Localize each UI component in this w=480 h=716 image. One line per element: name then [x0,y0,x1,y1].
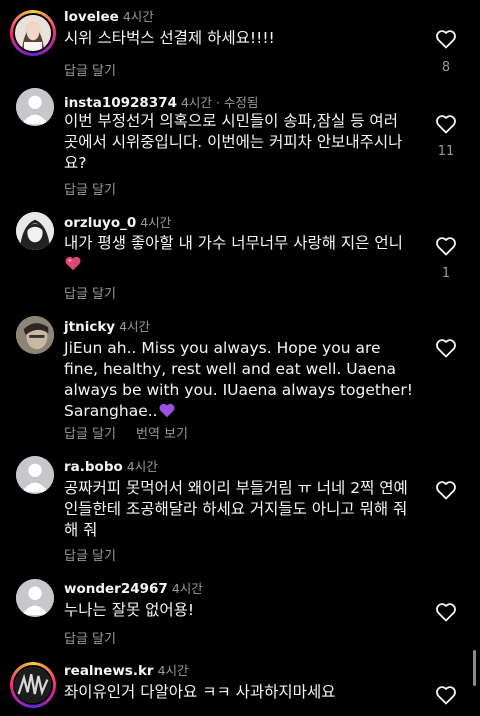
comment-meta: lovelee 4시간 [64,6,154,25]
avatar[interactable] [16,579,54,617]
reply-button[interactable]: 답글 달기 [64,64,116,79]
comment-text: 누나는 잘못 없어용! [64,601,195,619]
username[interactable]: ra.bobo [64,459,123,475]
avatar[interactable] [16,212,54,250]
heart-icon[interactable] [434,112,458,136]
username[interactable]: realnews.kr [64,663,154,679]
comment-text: 좌이유인거 다알아요 ㅋㅋ 사과하지마세요 [64,683,336,701]
timestamp: 4시간 [126,459,158,474]
username[interactable]: jtnicky [64,319,115,335]
like-count: 8 [441,60,451,75]
avatar[interactable] [10,662,56,708]
reply-button[interactable]: 답글 달기 [64,287,116,302]
heart-icon[interactable] [434,27,458,51]
comment-text: 이번 부정선거 의혹으로 시민들이 송파,잠실 등 여러 곳에서 시위중입니다.… [64,112,403,172]
avatar[interactable] [16,88,54,126]
scrollbar[interactable] [473,650,476,686]
comment-actions: 답글 달기 [64,283,136,302]
comment-meta: insta10928374 4시간 · 수정됨 [64,92,258,111]
comment-meta: orzluyo_0 4시간 [64,212,171,231]
like-count: 1 [441,266,451,281]
heart-icon[interactable] [434,336,458,360]
reply-button[interactable]: 답글 달기 [64,632,116,647]
timestamp: 4시간 [171,581,203,596]
avatar[interactable] [16,316,54,354]
translate-button[interactable]: 번역 보기 [136,427,188,442]
reply-button[interactable]: 답글 달기 [64,549,116,564]
purple-heart-emoji-icon [159,403,175,418]
comment-text: 시위 스타벅스 선결제 하세요!!!! [64,29,275,47]
heart-icon[interactable] [434,600,458,624]
heart-icon[interactable] [434,683,458,707]
heart-icon[interactable] [434,234,458,258]
heart-icon[interactable] [434,478,458,502]
username[interactable]: lovelee [64,9,119,25]
like-count: 11 [437,144,455,159]
comment-text: JiEun ah.. Miss you always. Hope you are… [64,339,413,420]
edited-label: · 수정됨 [215,95,259,110]
timestamp: 4시간 [122,9,154,24]
comment-meta: jtnicky 4시간 [64,316,150,335]
timestamp: 4시간 [157,663,189,678]
comment-actions: 답글 달기 [64,628,136,647]
timestamp: 4시간 [180,95,212,110]
timestamp: 4시간 [119,319,151,334]
reply-button[interactable]: 답글 달기 [64,183,116,198]
comment-actions: 답글 달기 [64,545,136,564]
comment-text: 공짜커피 못먹어서 왜이리 부들거림 ㅠ 너네 2찍 연예인들한테 조공해달라 … [64,479,408,539]
avatar[interactable] [16,456,54,494]
comment-meta: wonder24967 4시간 [64,578,203,597]
timestamp: 4시간 [140,215,172,230]
comment-meta: ra.bobo 4시간 [64,456,158,475]
pink-heart-emoji-icon [65,256,81,271]
username[interactable]: orzluyo_0 [64,215,136,231]
comment-meta: realnews.kr 4시간 [64,660,189,679]
reply-button[interactable]: 답글 달기 [64,427,116,442]
username[interactable]: wonder24967 [64,581,168,597]
comment-actions: 답글 달기 [64,179,136,198]
comment-actions: 답글 달기 [64,60,136,79]
avatar[interactable] [10,10,56,56]
comment-text: 내가 평생 좋아할 내 가수 너무너무 사랑해 지은 언니 [64,233,416,275]
comment-actions: 답글 달기 번역 보기 [64,423,208,442]
username[interactable]: insta10928374 [64,95,177,111]
